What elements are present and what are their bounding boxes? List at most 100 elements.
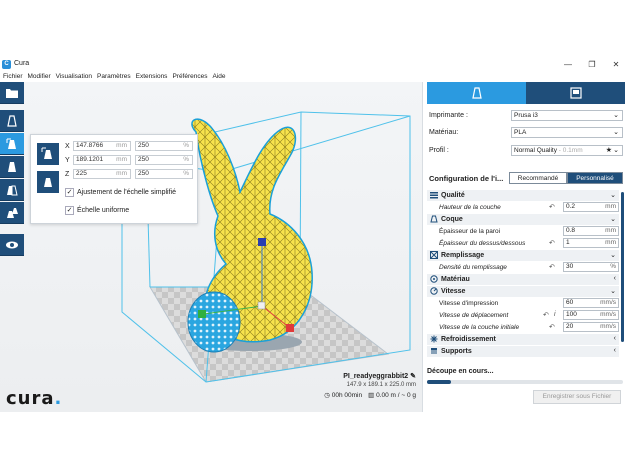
y-mm-input[interactable]: 189.1201 mm: [73, 155, 131, 165]
chevron-down-icon: ⌄: [613, 129, 619, 136]
z-percent-unit: %: [183, 170, 189, 177]
y-percent-unit: %: [183, 156, 189, 163]
tab-print-setup[interactable]: [427, 82, 526, 104]
rotate-tool-button[interactable]: [0, 156, 24, 178]
category-infill[interactable]: Remplissage ⌄: [427, 250, 619, 261]
menu-file[interactable]: Fichier: [3, 72, 23, 82]
edit-pencil-icon[interactable]: ✎: [410, 373, 416, 380]
profile-select[interactable]: Normal Quality - 0.1mm ★ ⌄: [511, 145, 623, 156]
save-to-file-button[interactable]: Enregistrer sous Fichier: [533, 390, 621, 404]
reset-icon[interactable]: ↶: [549, 263, 555, 271]
close-button[interactable]: ✕: [610, 59, 622, 70]
x-mm-input[interactable]: 147.8766 mm: [73, 141, 131, 151]
3d-viewport[interactable]: [0, 82, 422, 412]
infill-density-unit: %: [610, 263, 616, 270]
category-cooling[interactable]: Refroidissement ‹: [427, 334, 619, 345]
z-percent-input[interactable]: 250%: [135, 169, 193, 179]
infill-density-input[interactable]: 30%: [563, 262, 619, 272]
reset-scale-button[interactable]: [37, 171, 59, 193]
uniform-scaling-label: Échelle uniforme: [77, 207, 130, 214]
scale-tool-button[interactable]: [0, 133, 24, 155]
z-mm-value: 225: [76, 170, 87, 177]
z-percent-value: 250: [138, 170, 149, 177]
category-quality-label: Qualité: [441, 192, 465, 199]
maximize-button[interactable]: ❐: [586, 59, 598, 70]
travel-speed-value: 100: [566, 311, 577, 318]
setting-layer-height: Hauteur de la couche ↶ 0.2 mm: [427, 202, 619, 213]
tab-monitor[interactable]: [526, 82, 625, 104]
wall-thickness-input[interactable]: 0.8 mm: [563, 226, 619, 236]
print-speed-input[interactable]: 60 mm/s: [563, 298, 619, 308]
custom-mode-button[interactable]: Personnalisé: [567, 172, 623, 184]
travel-speed-input[interactable]: 100 mm/s: [563, 310, 619, 320]
initial-layer-speed-input[interactable]: 20 mm/s: [563, 322, 619, 332]
y-percent-input[interactable]: 250%: [135, 155, 193, 165]
snap-scaling-checkbox-row[interactable]: ✓ Ajustement de l'échelle simplifié: [65, 188, 176, 197]
reset-icon[interactable]: ↶: [549, 203, 555, 211]
minimize-button[interactable]: —: [562, 59, 574, 70]
menu-help[interactable]: Aide: [212, 72, 225, 82]
move-icon: [7, 114, 17, 127]
support-icon: [431, 348, 437, 354]
slicing-progress-fill: [427, 380, 451, 384]
snap-scaling-checkbox[interactable]: ✓: [65, 188, 74, 197]
reset-icon[interactable]: ↶: [549, 239, 555, 247]
z-mm-input[interactable]: 225 mm: [73, 169, 131, 179]
wall-thickness-label: Épaisseur de la paroi: [439, 228, 501, 235]
menu-settings[interactable]: Paramètres: [97, 72, 131, 82]
job-dimensions: 147.9 x 189.1 x 225.0 mm: [346, 382, 416, 388]
info-icon[interactable]: i: [554, 311, 556, 318]
scale-icon: [6, 138, 16, 149]
mirror-icon: [7, 185, 18, 195]
job-info: PI_readyeggrabbit2 ✎ 147.9 x 189.1 x 225…: [324, 372, 416, 399]
scale-uniform-icon-button[interactable]: [37, 143, 59, 165]
menu-view[interactable]: Visualisation: [56, 72, 92, 82]
menu-edit[interactable]: Modifier: [28, 72, 51, 82]
wall-thickness-value: 0.8: [566, 227, 576, 234]
settings-scrollbar[interactable]: [621, 192, 624, 342]
clock-icon: ◷: [324, 392, 330, 399]
print-speed-unit: mm/s: [600, 299, 616, 306]
recommended-mode-button[interactable]: Recommandé: [509, 172, 567, 184]
menu-preferences[interactable]: Préférences: [172, 72, 207, 82]
printer-select[interactable]: Prusa i3 ⌄: [511, 110, 623, 121]
category-shell[interactable]: Coque ⌄: [427, 214, 619, 225]
category-quality[interactable]: Qualité ⌄: [427, 190, 619, 201]
chevron-left-icon: ‹: [613, 275, 616, 282]
print-time-value: 00h 00min: [331, 392, 363, 399]
open-file-button[interactable]: [0, 82, 24, 104]
infill-icon: [430, 251, 438, 259]
setting-initial-layer-speed: Vitesse de la couche initiale ↶ 20 mm/s: [427, 322, 619, 333]
uniform-scaling-checkbox-row[interactable]: ✓ Échelle uniforme: [65, 206, 129, 215]
category-speed[interactable]: Vitesse ⌄: [427, 286, 619, 297]
slicing-status: Découpe en cours...: [427, 368, 625, 384]
category-material[interactable]: Matériau ‹: [427, 274, 619, 285]
top-bottom-thickness-input[interactable]: 1 mm: [563, 238, 619, 248]
x-percent-input[interactable]: 250%: [135, 141, 193, 151]
view-mode-button[interactable]: [0, 234, 24, 256]
top-bottom-thickness-value: 1: [566, 239, 570, 246]
category-support[interactable]: Supports ‹: [427, 346, 619, 357]
reset-icon[interactable]: ↶: [549, 323, 555, 331]
chevron-down-icon: ⌄: [610, 252, 616, 259]
layer-height-value: 0.2: [566, 203, 576, 210]
category-cooling-label: Refroidissement: [441, 336, 496, 343]
initial-layer-speed-unit: mm/s: [600, 323, 616, 330]
uniform-scaling-checkbox[interactable]: ✓: [65, 206, 74, 215]
material-select[interactable]: PLA ⌄: [511, 127, 623, 138]
move-tool-button[interactable]: [0, 110, 24, 132]
infill-density-label: Densité du remplissage: [439, 264, 507, 271]
layer-height-input[interactable]: 0.2 mm: [563, 202, 619, 212]
printer-value: Prusa i3: [514, 112, 538, 119]
printer-row: Imprimante : Prusa i3 ⌄: [429, 110, 625, 122]
initial-layer-speed-value: 20: [566, 323, 574, 330]
reset-icon[interactable]: ↶: [543, 311, 549, 319]
speed-icon: [430, 287, 438, 295]
print-speed-value: 60: [566, 299, 574, 306]
per-model-settings-button[interactable]: [0, 202, 24, 224]
menu-extensions[interactable]: Extensions: [136, 72, 168, 82]
chevron-down-icon: ⌄: [610, 192, 616, 199]
x-mm-unit: mm: [116, 142, 127, 149]
star-icon[interactable]: ★: [606, 146, 612, 155]
mirror-tool-button[interactable]: [0, 179, 24, 201]
